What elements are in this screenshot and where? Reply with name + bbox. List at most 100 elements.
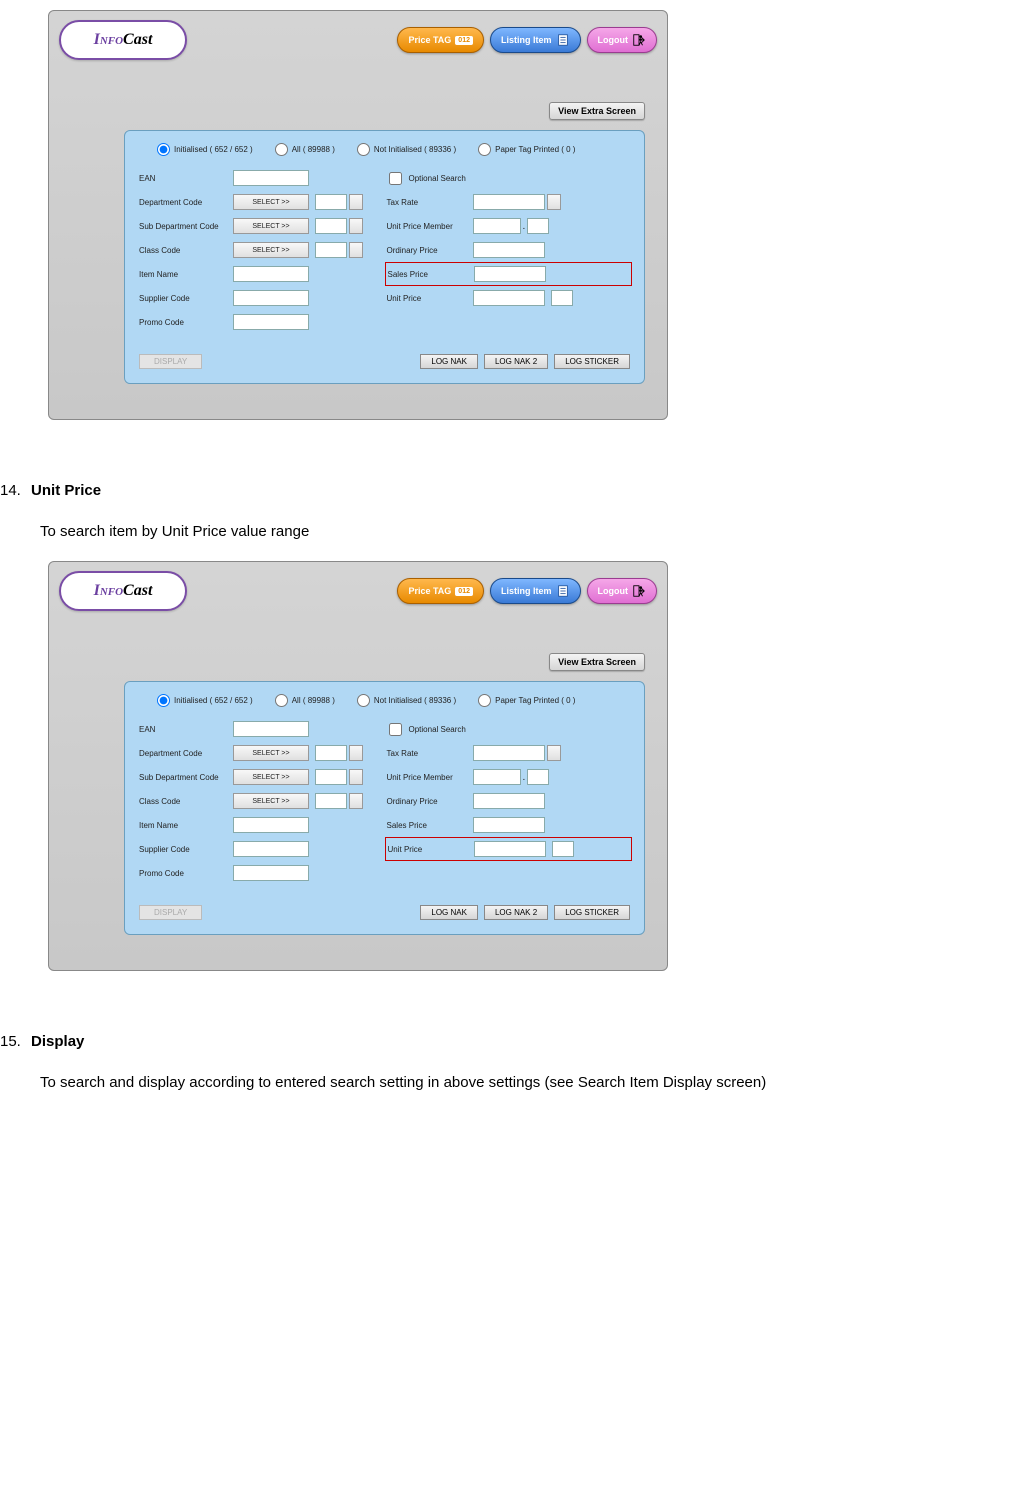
- upm-input-2[interactable]: [527, 218, 549, 234]
- supplier-input[interactable]: [233, 290, 309, 306]
- promo-input[interactable]: [233, 314, 309, 330]
- promo-input[interactable]: [233, 865, 309, 881]
- list-icon: [556, 33, 570, 47]
- log-nak-2-button[interactable]: LOG NAK 2: [484, 905, 548, 920]
- upm-label: Unit Price Member: [385, 773, 473, 782]
- log-nak-button[interactable]: LOG NAK: [420, 905, 478, 920]
- view-extra-screen-button[interactable]: View Extra Screen: [549, 653, 645, 671]
- taxrate-input[interactable]: [473, 194, 545, 210]
- logo-part1: Info: [94, 582, 123, 600]
- radio-all[interactable]: All ( 89988 ): [275, 694, 335, 707]
- salesprice-input[interactable]: [473, 817, 545, 833]
- itemname-input[interactable]: [233, 266, 309, 282]
- subdept-label: Sub Department Code: [137, 773, 233, 782]
- unitprice-row-highlighted: Unit Price: [385, 837, 633, 861]
- subdept-code-input[interactable]: [315, 769, 347, 785]
- salesprice-input[interactable]: [474, 266, 546, 282]
- supplier-input[interactable]: [233, 841, 309, 857]
- section-14-num: 14.: [0, 482, 21, 499]
- price-tag-badge: 012: [455, 587, 473, 596]
- upm-input-1[interactable]: [473, 769, 521, 785]
- radio-not-initialised[interactable]: Not Initialised ( 89336 ): [357, 143, 456, 156]
- radio-all-input[interactable]: [275, 694, 288, 707]
- exit-icon: [632, 584, 646, 598]
- section-14-desc: To search item by Unit Price value range: [40, 521, 1013, 544]
- ean-input[interactable]: [233, 170, 309, 186]
- radio-not-initialised-input[interactable]: [357, 694, 370, 707]
- classcode-input[interactable]: [315, 242, 347, 258]
- radio-not-initialised[interactable]: Not Initialised ( 89336 ): [357, 694, 456, 707]
- taxrate-lookup-button[interactable]: [547, 194, 561, 210]
- section-14-title: Unit Price: [31, 482, 101, 499]
- subdept-lookup-button[interactable]: [349, 769, 363, 785]
- optional-search-label: Optional Search: [409, 174, 466, 183]
- ordprice-label: Ordinary Price: [385, 246, 473, 255]
- dept-lookup-button[interactable]: [349, 745, 363, 761]
- ordprice-input[interactable]: [473, 793, 545, 809]
- optional-search-label: Optional Search: [409, 725, 466, 734]
- log-sticker-button[interactable]: LOG STICKER: [554, 354, 630, 369]
- classcode-select[interactable]: SELECT >>: [233, 793, 309, 809]
- radio-all[interactable]: All ( 89988 ): [275, 143, 335, 156]
- radio-paper-tag[interactable]: Paper Tag Printed ( 0 ): [478, 694, 575, 707]
- dept-lookup-button[interactable]: [349, 194, 363, 210]
- optional-search-checkbox[interactable]: [389, 172, 402, 185]
- listing-item-button[interactable]: Listing Item: [490, 578, 581, 604]
- logout-button[interactable]: Logout: [587, 578, 658, 604]
- radio-initialised[interactable]: Initialised ( 652 / 652 ): [157, 694, 253, 707]
- price-tag-button[interactable]: Price TAG 012: [397, 27, 484, 53]
- unitprice-input-1[interactable]: [474, 841, 546, 857]
- radio-paper-tag-input[interactable]: [478, 143, 491, 156]
- radio-initialised-input[interactable]: [157, 143, 170, 156]
- salesprice-label: Sales Price: [385, 821, 473, 830]
- dept-code-input[interactable]: [315, 194, 347, 210]
- section-14-heading: 14. Unit Price: [0, 480, 1013, 503]
- log-nak-2-button[interactable]: LOG NAK 2: [484, 354, 548, 369]
- dept-select[interactable]: SELECT >>: [233, 194, 309, 210]
- classcode-input[interactable]: [315, 793, 347, 809]
- unitprice-input-1[interactable]: [473, 290, 545, 306]
- upm-input-2[interactable]: [527, 769, 549, 785]
- classcode-lookup-button[interactable]: [349, 793, 363, 809]
- radio-paper-tag-input[interactable]: [478, 694, 491, 707]
- dept-label: Department Code: [137, 749, 233, 758]
- upm-input-1[interactable]: [473, 218, 521, 234]
- optional-search-checkbox[interactable]: [389, 723, 402, 736]
- subdept-code-input[interactable]: [315, 218, 347, 234]
- salesprice-label: Sales Price: [386, 270, 474, 279]
- price-tag-badge: 012: [455, 36, 473, 45]
- exit-icon: [632, 33, 646, 47]
- subdept-select[interactable]: SELECT >>: [233, 218, 309, 234]
- log-sticker-button[interactable]: LOG STICKER: [554, 905, 630, 920]
- unitprice-input-2[interactable]: [551, 290, 573, 306]
- radio-paper-tag[interactable]: Paper Tag Printed ( 0 ): [478, 143, 575, 156]
- price-tag-button[interactable]: Price TAG 012: [397, 578, 484, 604]
- dept-select[interactable]: SELECT >>: [233, 745, 309, 761]
- subdept-lookup-button[interactable]: [349, 218, 363, 234]
- dept-code-input[interactable]: [315, 745, 347, 761]
- taxrate-input[interactable]: [473, 745, 545, 761]
- display-button: DISPLAY: [139, 905, 202, 920]
- radio-initialised-input[interactable]: [157, 694, 170, 707]
- classcode-lookup-button[interactable]: [349, 242, 363, 258]
- subdept-select[interactable]: SELECT >>: [233, 769, 309, 785]
- supplier-label: Supplier Code: [137, 845, 233, 854]
- itemname-label: Item Name: [137, 270, 233, 279]
- right-column: Optional Search Tax Rate Unit Price Memb…: [385, 166, 633, 334]
- log-nak-button[interactable]: LOG NAK: [420, 354, 478, 369]
- left-column: EAN Department CodeSELECT >> Sub Departm…: [137, 166, 385, 334]
- view-extra-screen-button[interactable]: View Extra Screen: [549, 102, 645, 120]
- classcode-select[interactable]: SELECT >>: [233, 242, 309, 258]
- ordprice-input[interactable]: [473, 242, 545, 258]
- ean-input[interactable]: [233, 721, 309, 737]
- radio-all-input[interactable]: [275, 143, 288, 156]
- promo-label: Promo Code: [137, 318, 233, 327]
- left-column: EAN Department CodeSELECT >> Sub Departm…: [137, 717, 385, 885]
- radio-initialised[interactable]: Initialised ( 652 / 652 ): [157, 143, 253, 156]
- taxrate-lookup-button[interactable]: [547, 745, 561, 761]
- listing-item-button[interactable]: Listing Item: [490, 27, 581, 53]
- unitprice-input-2[interactable]: [552, 841, 574, 857]
- logout-button[interactable]: Logout: [587, 27, 658, 53]
- itemname-input[interactable]: [233, 817, 309, 833]
- radio-not-initialised-input[interactable]: [357, 143, 370, 156]
